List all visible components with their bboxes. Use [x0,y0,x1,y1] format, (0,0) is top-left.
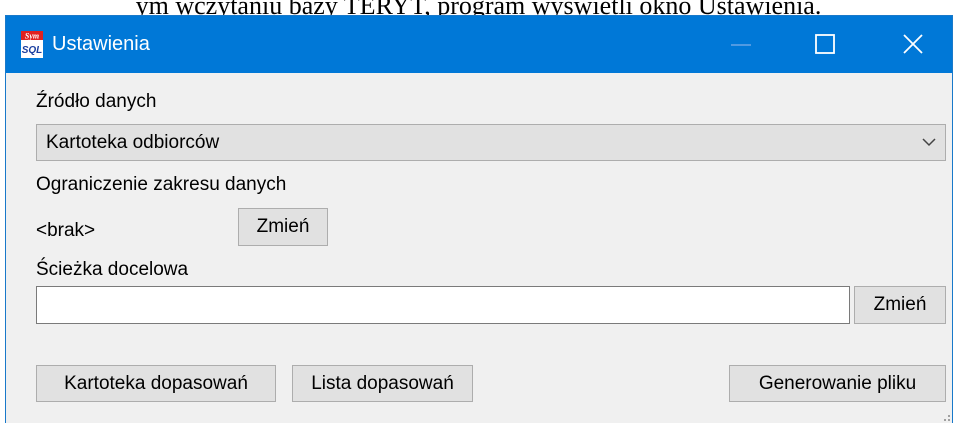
title-bar[interactable]: Sym SQL Ustawienia [6,16,952,73]
matches-file-button[interactable]: Kartoteka dopasowań [36,365,276,402]
range-change-button[interactable]: Zmień [238,208,328,246]
range-value: <brak> [36,220,96,241]
maximize-icon [815,34,835,54]
matches-list-button[interactable]: Lista dopasowań [292,365,473,402]
svg-text:Sym: Sym [25,32,39,41]
close-button[interactable] [882,16,944,73]
generate-file-button[interactable]: Generowanie pliku [729,365,946,402]
path-input[interactable] [36,286,850,324]
settings-dialog: Sym SQL Ustawienia Źródło danych Kartote… [6,16,952,423]
path-label: Ścieżka docelowa [36,259,189,280]
path-change-button[interactable]: Zmień [854,286,946,324]
minimize-icon [731,44,751,46]
close-icon [903,34,923,54]
range-label: Ograniczenie zakresu danych [36,174,287,195]
source-label: Źródło danych [36,91,157,112]
source-select[interactable]: Kartoteka odbiorców [36,124,946,161]
chevron-down-icon [922,138,936,147]
source-select-value: Kartoteka odbiorców [46,132,220,153]
symfonia-sql-icon: Sym SQL [21,31,43,58]
svg-text:SQL: SQL [22,45,43,56]
minimize-button[interactable] [710,16,772,73]
resize-grip-icon[interactable] [938,409,952,423]
maximize-button[interactable] [794,16,856,73]
window-title: Ustawienia [52,33,150,55]
